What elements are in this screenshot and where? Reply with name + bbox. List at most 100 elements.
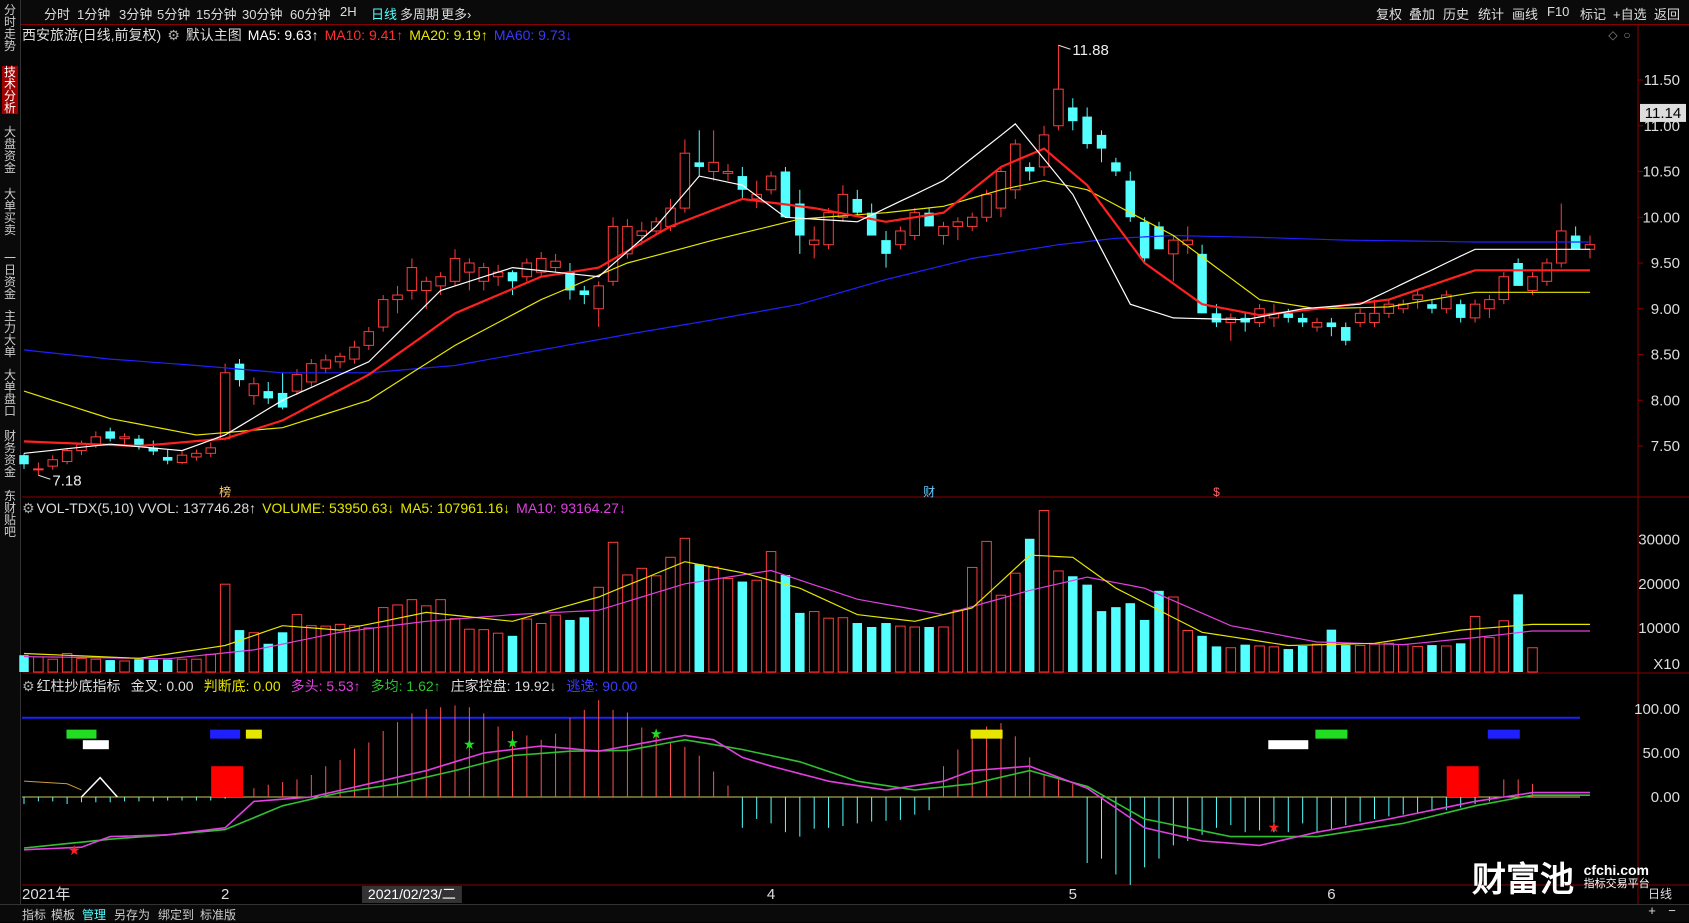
- ind-gear-icon[interactable]: ⚙: [22, 678, 35, 694]
- volume-bar: [363, 627, 375, 673]
- candle-body: [636, 230, 648, 237]
- candle-body: [1383, 303, 1395, 314]
- volume-bar: [277, 632, 288, 672]
- volume-axis-label: 30000: [1638, 532, 1680, 549]
- candle-body: [191, 452, 202, 458]
- volume-bar: [1096, 611, 1107, 672]
- volume-bar: [76, 657, 87, 673]
- template-label[interactable]: 默认主图: [186, 27, 242, 43]
- signal-star: ★: [1268, 819, 1281, 835]
- stock-title: 西安旅游(日线,前复权): [22, 27, 162, 43]
- date-label: 2021年: [22, 886, 70, 903]
- date-label: 4: [767, 886, 775, 903]
- volume-bar: [191, 658, 202, 673]
- volume-bar: [19, 655, 29, 672]
- candle-body: [1469, 303, 1481, 319]
- candle-body: [1225, 317, 1237, 323]
- logo: 财富池 cfchi.com 指标交易平台: [1472, 852, 1650, 901]
- candle-body: [19, 455, 29, 465]
- jincha-readout: 金叉: 0.00: [130, 678, 194, 694]
- volume-bar: [535, 622, 547, 673]
- candle-body: [966, 216, 978, 227]
- price-axis-label: 10.00: [1642, 209, 1680, 226]
- vol-gear-icon[interactable]: ⚙: [22, 500, 35, 516]
- logo-text: 财富池: [1472, 860, 1574, 900]
- candle-body: [105, 431, 115, 439]
- vol-ma10-readout: MA10: 93164.27↓: [516, 500, 626, 516]
- candle-body: [47, 459, 58, 467]
- signal-flag: [66, 729, 97, 739]
- volume-bar: [593, 586, 604, 673]
- volume-bar: [1297, 645, 1308, 672]
- indicator-panel-header: ⚙ 红柱抄底指标 金叉: 0.00 判断底: 0.00 多头: 5.53↑ 多均: 1.6…: [22, 676, 643, 696]
- candle-body: [1455, 304, 1466, 318]
- stock-chart[interactable]: 7.508.008.509.009.5010.0010.5011.0011.50…: [0, 0, 1689, 921]
- signal-flag: [245, 729, 262, 739]
- panduandi-line: [23, 780, 82, 791]
- volume-bar: [636, 567, 648, 673]
- signal-flag: [1315, 729, 1348, 739]
- ma20-readout: MA20: 9.19↑: [409, 27, 488, 43]
- volume-bar: [795, 612, 805, 672]
- volume-bar: [1383, 642, 1395, 673]
- ind-name[interactable]: 红柱抄底指标: [37, 678, 121, 694]
- high-pointer: [1058, 44, 1071, 50]
- volume-bar: [105, 660, 115, 672]
- volume-bar: [1498, 620, 1510, 673]
- candle-body: [320, 359, 331, 369]
- volume-bar: [176, 658, 188, 673]
- candle-body: [1484, 299, 1495, 310]
- volume-readout: VOLUME: 53950.63↓: [262, 500, 395, 516]
- candle-body: [852, 198, 863, 213]
- volume-bar: [162, 659, 173, 672]
- volume-bar: [981, 540, 992, 673]
- volume-axis-label: 10000: [1638, 620, 1680, 637]
- volume-bar: [521, 618, 533, 673]
- volume-unit-label: X10: [1653, 656, 1680, 673]
- panduandi-readout: 判断底: 0.00: [203, 678, 281, 694]
- volume-bar: [1168, 596, 1179, 673]
- candle-body: [1010, 143, 1021, 191]
- candle-body: [1168, 239, 1179, 255]
- candle-body: [205, 447, 217, 454]
- volume-bar: [134, 659, 144, 672]
- price-axis-label: 8.00: [1651, 392, 1680, 409]
- volume-bar: [1053, 570, 1064, 673]
- volume-bar: [306, 625, 317, 673]
- volume-bar: [1369, 643, 1380, 673]
- candle-body: [1369, 312, 1380, 323]
- volume-bar: [1211, 646, 1222, 672]
- candle-body: [981, 193, 992, 218]
- volume-bar: [1111, 607, 1121, 672]
- vvol-readout: VVOL: 137746.28↑: [137, 500, 257, 516]
- volume-bar: [61, 652, 73, 673]
- low-pointer: [38, 474, 51, 480]
- volume-bar: [1125, 603, 1135, 672]
- volume-bar: [492, 632, 504, 673]
- volume-bar: [852, 623, 863, 672]
- volume-bar: [1254, 645, 1265, 673]
- volume-bar: [1311, 643, 1323, 673]
- vol-ma5-readout: MA5: 107961.16↓: [400, 500, 511, 516]
- candle-body: [938, 225, 949, 237]
- volume-bar: [392, 604, 403, 673]
- volume-bar: [148, 659, 159, 672]
- layout-circle-icon: ○: [1623, 28, 1630, 42]
- volume-bar: [1038, 510, 1050, 673]
- volume-bar: [377, 607, 389, 673]
- volume-bar: [708, 566, 719, 673]
- template-gear-icon[interactable]: ⚙: [167, 27, 180, 43]
- candle-body: [176, 454, 188, 463]
- volume-bar: [751, 579, 762, 673]
- candle-body: [694, 162, 704, 167]
- candle-body: [61, 450, 73, 463]
- volume-bar: [33, 656, 44, 673]
- candle-body: [1427, 304, 1437, 309]
- volume-bar: [1441, 645, 1452, 673]
- volume-bar: [565, 619, 575, 672]
- vol-indicator-name[interactable]: VOL-TDX(5,10): [37, 500, 134, 516]
- candle-body: [1412, 294, 1423, 301]
- signal-star: ★: [506, 734, 519, 750]
- candle-body: [406, 267, 418, 291]
- volume-bar: [248, 632, 260, 673]
